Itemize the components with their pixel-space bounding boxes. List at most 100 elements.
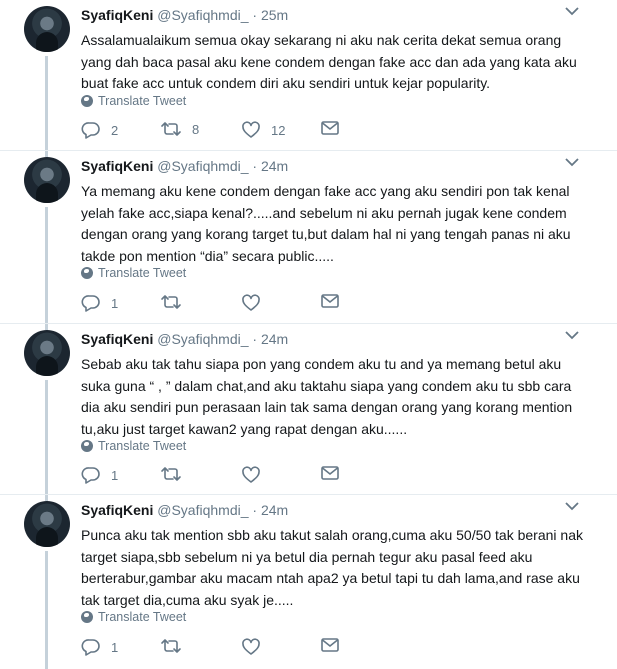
envelope-icon (321, 294, 339, 308)
separator-dot: · (252, 502, 258, 518)
tweet-text: Ya memang aku kene condem dengan fake ac… (81, 181, 591, 267)
thread-connector (45, 551, 48, 669)
like-button[interactable] (241, 466, 271, 484)
tweet-header: SyafiqKeni @Syafiqhmdi_ · 24m (81, 331, 288, 347)
translate-label: Translate Tweet (98, 439, 187, 453)
envelope-icon (321, 638, 339, 652)
like-button[interactable] (241, 294, 271, 312)
user-handle[interactable]: @Syafiqhmdi_ (157, 502, 248, 518)
avatar[interactable] (24, 157, 70, 203)
reply-icon (81, 467, 100, 484)
tweet-text-line: tak target dia,cuma aku syak je..... (81, 591, 294, 608)
user-handle[interactable]: @Syafiqhmdi_ (157, 331, 248, 347)
tweet-text-line: berterabur,gambar aku macam ntah apa2 ya… (81, 570, 580, 586)
retweet-button[interactable] (160, 294, 192, 310)
display-name[interactable]: SyafiqKeni (81, 502, 153, 518)
tweet-thread: SyafiqKeni @Syafiqhmdi_ · 25m Assalamual… (0, 0, 617, 669)
translate-tweet-link[interactable]: Translate Tweet (81, 610, 186, 624)
tweet-text-line: target siapa,sbb sebelum ni ya betul dia… (81, 548, 533, 565)
heart-icon (242, 294, 260, 311)
reply-button[interactable]: 1 (81, 638, 118, 656)
globe-icon (81, 267, 93, 279)
avatar[interactable] (24, 330, 70, 376)
timestamp[interactable]: 24m (261, 158, 288, 174)
tweet-text-line: buat fake acc untuk condem diri aku send… (81, 75, 491, 91)
tweet-text-line: Sebab aku tak tahu siapa pon yang condem… (81, 356, 562, 372)
tweet[interactable]: SyafiqKeni @Syafiqhmdi_ · 24m Sebab aku … (0, 323, 617, 495)
tweet-text: Punca aku tak mention sbb aku takut sala… (81, 525, 591, 611)
globe-icon (81, 440, 93, 452)
heart-icon (242, 638, 260, 655)
translate-tweet-link[interactable]: Translate Tweet (81, 439, 186, 453)
tweet-text-line: takde pon mention “dia” secara public...… (81, 247, 334, 264)
chevron-down-icon[interactable] (565, 157, 581, 169)
display-name[interactable]: SyafiqKeni (81, 331, 153, 347)
tweet[interactable]: SyafiqKeni @Syafiqhmdi_ · 25m Assalamual… (0, 0, 617, 150)
display-name[interactable]: SyafiqKeni (81, 158, 153, 174)
reply-button[interactable]: 1 (81, 466, 118, 484)
reply-icon (81, 639, 100, 656)
heart-icon (242, 466, 260, 483)
translate-label: Translate Tweet (98, 610, 187, 624)
tweet-text-line: Punca aku tak mention sbb aku takut sala… (81, 527, 583, 543)
direct-message-button[interactable] (321, 294, 339, 308)
translate-tweet-link[interactable]: Translate Tweet (81, 266, 186, 280)
user-handle[interactable]: @Syafiqhmdi_ (157, 7, 248, 23)
reply-count: 1 (111, 639, 119, 655)
separator-dot: · (252, 331, 258, 347)
chevron-down-icon[interactable] (565, 6, 581, 18)
tweet-header: SyafiqKeni @Syafiqhmdi_ · 24m (81, 158, 288, 174)
reply-count: 2 (111, 122, 119, 138)
tweet-actions: 1 (81, 294, 381, 314)
tweet-text-line: yang dah baca pasal aku kene condem deng… (81, 53, 577, 70)
reply-icon (81, 122, 100, 139)
tweet-actions: 1 (81, 466, 381, 486)
like-button[interactable]: 12 (241, 121, 285, 139)
reply-count: 1 (111, 295, 119, 311)
translate-label: Translate Tweet (98, 266, 187, 280)
chevron-down-icon[interactable] (565, 330, 581, 342)
envelope-icon (321, 121, 339, 135)
retweet-icon (161, 639, 181, 653)
translate-tweet-link[interactable]: Translate Tweet (81, 94, 186, 108)
timestamp[interactable]: 25m (261, 7, 288, 23)
globe-icon (81, 95, 93, 107)
tweet-text-line: yelah fake acc,siapa kenal?.....and sebe… (81, 204, 567, 221)
tweet-header: SyafiqKeni @Syafiqhmdi_ · 25m (81, 7, 288, 23)
separator-dot: · (252, 158, 258, 174)
direct-message-button[interactable] (321, 466, 339, 480)
avatar[interactable] (24, 501, 70, 547)
user-handle[interactable]: @Syafiqhmdi_ (157, 158, 248, 174)
like-count: 12 (271, 122, 286, 138)
thread-connector (45, 207, 48, 324)
tweet[interactable]: SyafiqKeni @Syafiqhmdi_ · 24m Ya memang … (0, 150, 617, 324)
tweet-text: Sebab aku tak tahu siapa pon yang condem… (81, 354, 591, 440)
tweet-actions: 1 (81, 638, 381, 658)
timestamp[interactable]: 24m (261, 502, 288, 518)
avatar[interactable] (24, 6, 70, 52)
retweet-icon (161, 467, 181, 481)
timestamp[interactable]: 24m (261, 331, 288, 347)
tweet-text-line: dengan orang yang korang target tu,but d… (81, 226, 571, 242)
tweet-text-line: suka guna “ , ” dalam chat,and aku takta… (81, 377, 572, 394)
chevron-down-icon[interactable] (565, 501, 581, 513)
globe-icon (81, 611, 93, 623)
retweet-button[interactable] (160, 466, 192, 482)
tweet[interactable]: SyafiqKeni @Syafiqhmdi_ · 24m Punca aku … (0, 494, 617, 669)
display-name[interactable]: SyafiqKeni (81, 7, 153, 23)
retweet-button[interactable] (160, 638, 192, 654)
like-button[interactable] (241, 638, 271, 656)
retweet-button[interactable]: 8 (160, 121, 199, 137)
reply-count: 1 (111, 467, 119, 483)
direct-message-button[interactable] (321, 638, 339, 652)
thread-connector (45, 380, 48, 495)
translate-label: Translate Tweet (98, 94, 187, 108)
tweet-text-line: dia aku sendiri pun perasaan lain tak sa… (81, 399, 573, 415)
reply-button[interactable]: 1 (81, 294, 118, 312)
tweet-actions: 2 8 12 (81, 121, 381, 141)
reply-button[interactable]: 2 (81, 121, 118, 139)
heart-icon (242, 121, 260, 138)
direct-message-button[interactable] (321, 121, 339, 135)
retweet-icon (161, 122, 181, 136)
tweet-text: Assalamualaikum semua okay sekarang ni a… (81, 30, 591, 95)
